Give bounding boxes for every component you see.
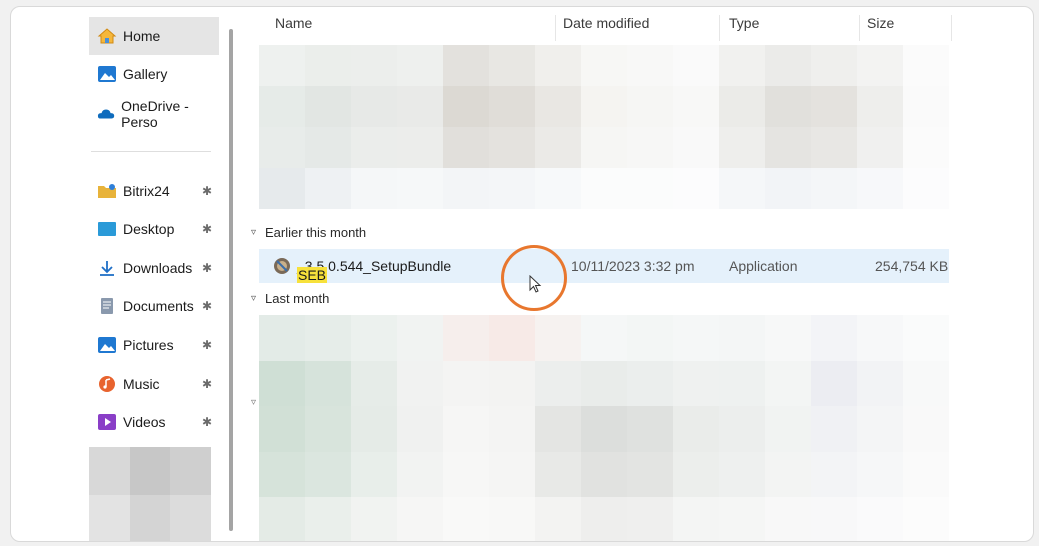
column-divider[interactable] [951,15,952,41]
sidebar-item-label: Videos [123,414,166,430]
sidebar-item-onedrive[interactable]: OneDrive - Perso [89,95,219,133]
pin-icon[interactable]: ✱ [202,377,212,391]
mouse-cursor-icon [529,275,542,293]
nav-separator [91,151,211,152]
nav-scrollbar[interactable] [229,29,233,531]
sidebar-item-label: Documents [123,298,194,314]
column-header-name[interactable]: Name [275,15,312,31]
gallery-icon [98,66,116,82]
column-header-type[interactable]: Type [729,15,759,31]
pin-icon[interactable]: ✱ [202,261,212,275]
sidebar-item-home[interactable]: Home [89,17,219,55]
desktop-icon [98,222,116,236]
pictures-icon [98,337,116,353]
chevron-down-icon[interactable]: ▿ [251,227,265,238]
sidebar-item-documents[interactable]: Documents ✱ [89,287,219,325]
column-header-date[interactable]: Date modified [563,15,649,31]
sidebar-item-desktop[interactable]: Desktop ✱ [89,210,219,248]
sidebar-item-label: Gallery [123,66,168,82]
sidebar-item-label: Downloads [123,260,193,276]
file-row-seb-setupbundle[interactable]: SEB _3.5.0.544_SetupBundle 10/11/2023 3:3… [259,249,949,283]
pin-icon[interactable]: ✱ [202,415,212,429]
column-divider[interactable] [719,15,720,41]
pixelated-region [89,447,211,541]
application-icon [274,258,290,274]
file-type: Application [729,258,798,274]
downloads-icon [100,261,114,276]
sidebar-item-label: Pictures [123,337,174,353]
pin-icon[interactable]: ✱ [202,222,212,236]
folder-icon [98,184,116,198]
file-name: SEB _3.5.0.544_SetupBundle [297,258,452,283]
file-size: 254,754 KB [875,258,949,274]
chevron-down-icon[interactable]: ▿ [251,397,256,408]
videos-icon [98,414,116,430]
sidebar-item-label: Desktop [123,221,175,237]
sidebar-item-pictures[interactable]: Pictures ✱ [89,326,219,364]
documents-icon [101,298,113,314]
music-icon [99,376,115,392]
column-divider[interactable] [555,15,556,41]
sidebar-item-label: Home [123,28,161,44]
sidebar-item-music[interactable]: Music ✱ [89,365,219,403]
column-header-size[interactable]: Size [867,15,894,31]
file-date-modified: 10/11/2023 3:32 pm [571,258,695,274]
search-highlight: SEB [297,267,328,283]
file-explorer-window: Home Gallery OneDrive - Perso Bitrix24 ✱… [10,6,1034,542]
sidebar-item-videos[interactable]: Videos ✱ [89,403,219,441]
chevron-down-icon[interactable]: ▿ [251,293,265,304]
column-divider[interactable] [859,15,860,41]
pixelated-region [259,45,949,209]
onedrive-icon [97,109,115,119]
sidebar-item-label: Music [123,376,160,392]
group-header-last-month[interactable]: ▿ Last month [251,291,329,306]
home-icon [97,28,117,44]
sidebar-item-label: Bitrix24 [123,183,170,199]
group-header-earlier-this-month[interactable]: ▿ Earlier this month [251,225,366,240]
pixelated-region [259,315,949,541]
sidebar-item-label: OneDrive - Perso [121,98,189,130]
pin-icon[interactable]: ✱ [202,338,212,352]
sidebar-item-bitrix24[interactable]: Bitrix24 ✱ [89,172,219,210]
sidebar-item-downloads[interactable]: Downloads ✱ [89,249,219,287]
pin-icon[interactable]: ✱ [202,184,212,198]
pin-icon[interactable]: ✱ [202,299,212,313]
sidebar-item-gallery[interactable]: Gallery [89,55,219,93]
